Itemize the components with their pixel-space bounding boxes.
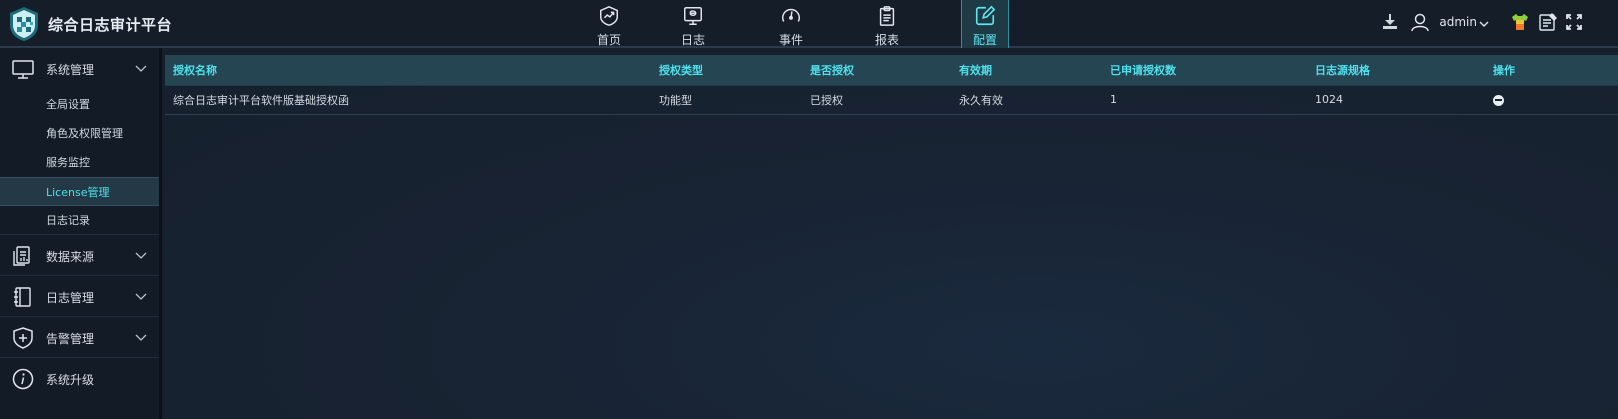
chevron-down-icon [135, 65, 147, 72]
edit-config-icon [975, 5, 996, 26]
chevron-down-icon [135, 252, 147, 259]
cell-name: 综合日志审计平台软件版基础授权函 [173, 93, 349, 107]
sidebar-group-label: 系统管理 [46, 63, 95, 77]
nav-label-report: 报表 [874, 33, 899, 47]
nav-label-log: 日志 [680, 33, 705, 47]
clipboard-icon [879, 6, 895, 26]
column-header-validity[interactable]: 有效期 [951, 55, 1102, 86]
sidebar-submenu-system: 全局设置 角色及权限管理 服务监控 License管理 日志记录 [0, 88, 159, 235]
nav-label-event: 事件 [778, 33, 803, 47]
sidebar-group-log-management[interactable]: 日志管理 [0, 276, 159, 317]
cell-validity: 永久有效 [959, 93, 1003, 107]
chevron-down-icon [135, 293, 147, 300]
top-bar: 综合日志审计平台 首页 日志 事件 报表 配置 admin [0, 0, 1618, 48]
gauge-icon [782, 8, 800, 22]
brand[interactable]: 综合日志审计平台 [8, 4, 172, 44]
column-header-applied-count[interactable]: 已申请授权数 [1102, 55, 1307, 86]
theme-shirt-icon[interactable] [1510, 12, 1530, 32]
sidebar-group-label: 数据来源 [46, 250, 95, 264]
table-header-row: 授权名称 授权类型 是否授权 有效期 已申请授权数 日志源规格 操作 [165, 55, 1618, 86]
cell-type: 功能型 [659, 93, 692, 107]
sidebar-group-system[interactable]: 系统管理 [0, 48, 159, 88]
chevron-down-icon[interactable] [1474, 14, 1494, 34]
cell-action [1485, 85, 1618, 114]
sidebar-group-label: 系统升级 [46, 373, 95, 387]
sidebar-item-global-settings[interactable]: 全局设置 [0, 90, 159, 119]
logo-icon [10, 7, 38, 41]
cell-log-source-spec: 1024 [1315, 93, 1343, 106]
trend-chart-icon [600, 6, 618, 26]
nav-item-report[interactable]: 报表 [863, 0, 911, 48]
notes-icon[interactable] [1538, 12, 1558, 32]
main-content: 授权名称 授权类型 是否授权 有效期 已申请授权数 日志源规格 操作 综合日志审… [165, 55, 1618, 419]
column-header-authorized[interactable]: 是否授权 [802, 55, 951, 86]
sidebar-group-label: 日志管理 [46, 291, 95, 305]
cell-applied-count: 1 [1110, 93, 1117, 106]
cell-authorized: 已授权 [810, 93, 843, 107]
nav-item-log[interactable]: 日志 [669, 0, 717, 48]
nav-item-event[interactable]: 事件 [767, 0, 815, 48]
column-header-action: 操作 [1485, 55, 1618, 86]
monitor-icon [12, 60, 34, 79]
nav-label-config: 配置 [972, 33, 997, 47]
sidebar: 系统管理 全局设置 角色及权限管理 服务监控 License管理 日志记录 数据… [0, 48, 162, 419]
monitor-log-icon [684, 7, 702, 25]
nav-label-home: 首页 [596, 33, 621, 47]
sidebar-group-upgrade[interactable]: 系统升级 [0, 358, 159, 399]
column-header-log-source-spec[interactable]: 日志源规格 [1307, 55, 1485, 86]
nav-item-home[interactable]: 首页 [585, 0, 633, 48]
info-icon [12, 368, 34, 390]
fullscreen-icon[interactable] [1564, 12, 1584, 32]
sidebar-item-service-monitor[interactable]: 服务监控 [0, 148, 159, 177]
app-title: 综合日志审计平台 [48, 15, 173, 34]
sidebar-group-alarm[interactable]: 告警管理 [0, 317, 159, 358]
column-header-name[interactable]: 授权名称 [165, 55, 651, 86]
sidebar-group-data-source[interactable]: 数据来源 [0, 235, 159, 276]
data-source-icon [13, 246, 30, 266]
table-row: 综合日志审计平台软件版基础授权函 功能型 已授权 永久有效 1 1024 [165, 85, 1618, 114]
sidebar-item-log-records[interactable]: 日志记录 [0, 206, 159, 235]
nav-item-config[interactable]: 配置 [961, 0, 1009, 48]
license-table: 授权名称 授权类型 是否授权 有效期 已申请授权数 日志源规格 操作 综合日志审… [165, 55, 1618, 115]
sidebar-group-label: 告警管理 [46, 332, 95, 346]
column-header-type[interactable]: 授权类型 [651, 55, 802, 86]
notebook-icon [14, 287, 31, 307]
user-icon[interactable] [1410, 12, 1430, 32]
download-icon[interactable] [1380, 12, 1400, 32]
remove-circle-icon[interactable] [1493, 94, 1504, 106]
sidebar-item-roles[interactable]: 角色及权限管理 [0, 119, 159, 148]
sidebar-item-license[interactable]: License管理 [0, 177, 159, 206]
chevron-down-icon [135, 334, 147, 341]
user-name[interactable]: admin [1439, 15, 1477, 29]
shield-plus-icon [13, 327, 33, 349]
